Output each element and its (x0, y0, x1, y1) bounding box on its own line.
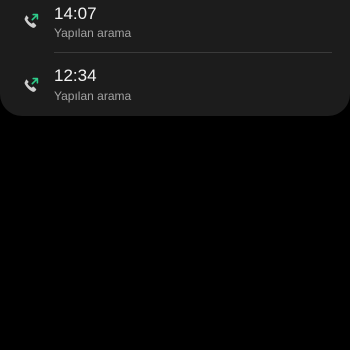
outgoing-call-icon (22, 12, 40, 30)
call-type-label: Yapılan arama (54, 89, 132, 103)
divider (54, 52, 332, 53)
call-type-label: Yapılan arama (54, 26, 132, 40)
call-log-entry[interactable]: 12:34 Yapılan arama (0, 60, 350, 112)
outgoing-call-icon (22, 76, 40, 94)
call-time: 14:07 (54, 4, 97, 23)
call-time: 12:34 (54, 66, 97, 85)
call-log-entry[interactable]: 14:07 Yapılan arama (0, 0, 350, 53)
call-log-card: 14:07 Yapılan arama 12:34 Yapılan arama (0, 0, 350, 116)
